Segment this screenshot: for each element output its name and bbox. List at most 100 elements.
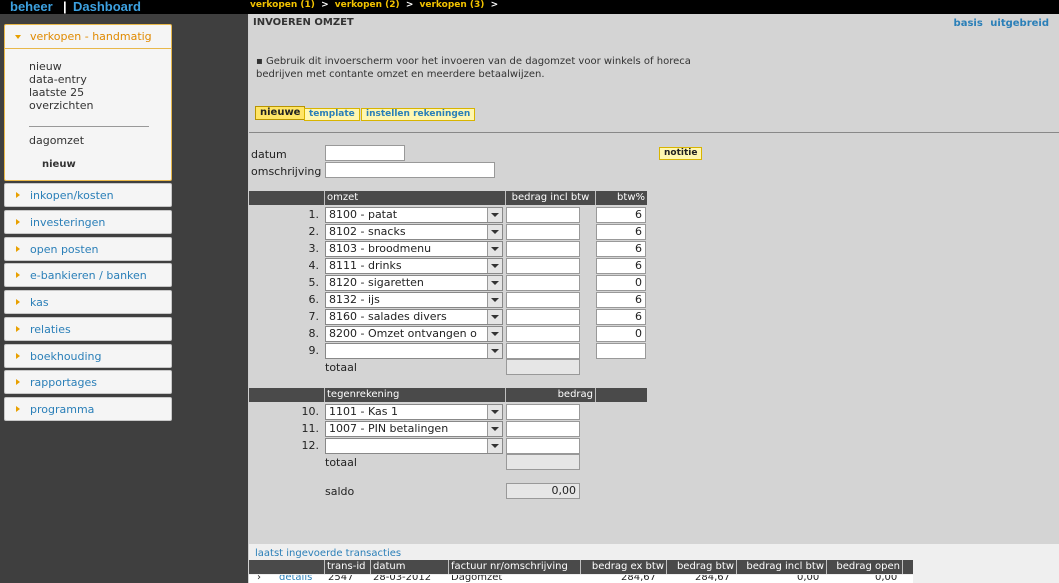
omzet-account-select[interactable] [325,343,503,359]
omzet-amount-input[interactable] [506,326,580,342]
header-cell [249,560,325,574]
breadcrumb-item-2[interactable]: verkopen (2) [335,0,400,10]
tegen-account-select[interactable]: 1101 - Kas 1 [325,404,503,420]
cell-description: Dagomzet [451,575,503,583]
sidebar-section-inkopen[interactable]: inkopen/kosten [4,183,172,207]
chevron-down-icon[interactable] [487,208,502,222]
chevron-down-icon[interactable] [487,293,502,307]
sidebar-section-open-posten[interactable]: open posten [4,237,172,261]
omzet-amount-input[interactable] [506,275,580,291]
omzet-amount-input[interactable] [506,207,580,223]
breadcrumb-separator: > [490,0,499,10]
select-value: 1101 - Kas 1 [329,405,398,418]
breadcrumb-item-1[interactable]: verkopen (1) [250,0,315,10]
omzet-amount-input[interactable] [506,292,580,308]
chevron-right-icon [16,192,20,198]
sidebar-item-data-entry[interactable]: data-entry [29,73,87,86]
omzet-account-select[interactable]: 8132 - ijs [325,292,503,308]
omzet-vat-input[interactable]: 6 [596,241,646,257]
omzet-amount-input[interactable] [506,224,580,240]
sidebar: verkopen - handmatig nieuw data-entry la… [0,14,248,583]
template-button[interactable]: template [304,108,360,121]
omzet-account-select[interactable]: 8100 - patat [325,207,503,223]
tegen-account-select[interactable] [325,438,503,454]
sidebar-item-laatste-25[interactable]: laatste 25 [29,86,84,99]
tegen-account-select[interactable]: 1007 - PIN betalingen [325,421,503,437]
chevron-down-icon[interactable] [487,310,502,324]
sidebar-section-programma[interactable]: programma [4,397,172,421]
chevron-down-icon[interactable] [487,276,502,290]
omzet-account-select[interactable]: 8111 - drinks [325,258,503,274]
tegen-amount-input[interactable] [506,421,580,437]
sidebar-section-e-bankieren[interactable]: e-bankieren / banken [4,263,172,287]
row-number: 7. [308,310,320,323]
chevron-down-icon[interactable] [487,327,502,341]
omzet-amount-input[interactable] [506,309,580,325]
sidebar-section-label: inkopen/kosten [30,189,114,202]
omzet-vat-input[interactable]: 0 [596,275,646,291]
omzet-account-select[interactable]: 8102 - snacks [325,224,503,240]
sidebar-section-relaties[interactable]: relaties [4,317,172,341]
breadcrumb: verkopen (1) > verkopen (2) > verkopen (… [250,0,501,14]
date-input[interactable] [325,145,405,161]
omzet-account-select[interactable]: 8103 - broodmenu [325,241,503,257]
brand-beheer-link[interactable]: beheer [10,0,53,14]
accounts-button[interactable]: instellen rekeningen [361,108,476,121]
omzet-vat-input[interactable]: 0 [596,326,646,342]
chevron-down-icon[interactable] [487,259,502,273]
brand-dashboard-link[interactable]: Dashboard [73,0,141,14]
header-btw: bedrag btw [667,560,737,574]
tegen-amount-input[interactable] [506,404,580,420]
new-button[interactable]: nieuwe [255,106,306,120]
sidebar-section-kas[interactable]: kas [4,290,172,314]
sidebar-section-investeringen[interactable]: investeringen [4,210,172,234]
select-value: 8132 - ijs [329,293,380,306]
chevron-down-icon[interactable] [487,225,502,239]
row-number: 11. [301,422,320,435]
omzet-account-select[interactable]: 8160 - salades divers [325,309,503,325]
omzet-vat-input[interactable] [596,343,646,359]
omzet-amount-input[interactable] [506,258,580,274]
omzet-vat-input[interactable]: 6 [596,207,646,223]
row-number: 3. [308,242,320,255]
recent-transactions: laatst ingevoerde transacties trans-id d… [249,544,1059,583]
sidebar-item-dagomzet-nieuw[interactable]: nieuw [42,159,76,170]
sidebar-item-overzichten[interactable]: overzichten [29,99,93,112]
omzet-vat-input[interactable]: 6 [596,309,646,325]
chevron-down-icon[interactable] [487,242,502,256]
omzet-total-value [506,359,580,375]
breadcrumb-item-3[interactable]: verkopen (3) [420,0,485,10]
sidebar-section-label: boekhouding [30,350,102,363]
omzet-vat-input[interactable]: 6 [596,258,646,274]
sidebar-item-nieuw[interactable]: nieuw [29,60,62,73]
sidebar-section-header[interactable]: verkopen - handmatig [5,25,171,49]
note-button[interactable]: notitie [659,147,703,160]
sidebar-item-dagomzet[interactable]: dagomzet [29,134,84,147]
sidebar-section-rapportages[interactable]: rapportages [4,370,172,394]
omzet-account-select[interactable]: 8200 - Omzet ontvangen o [325,326,503,342]
table-row[interactable]: › details 2547 28-03-2012 Dagomzet 284,6… [249,575,913,583]
omzet-account-select[interactable]: 8120 - sigaretten [325,275,503,291]
details-link[interactable]: details [279,575,312,583]
chevron-down-icon[interactable] [487,422,502,436]
select-value: 8102 - snacks [329,225,406,238]
select-value: 8200 - Omzet ontvangen o [329,327,477,340]
basis-link[interactable]: basis [954,18,983,29]
sidebar-section-label: investeringen [30,216,106,229]
sidebar-section-label: e-bankieren / banken [30,269,147,282]
chevron-down-icon[interactable] [487,344,502,358]
chevron-down-icon[interactable] [487,439,502,453]
tegen-amount-input[interactable] [506,438,580,454]
intro-text: ▪ Gebruik dit invoerscherm voor het invo… [256,56,691,80]
omzet-amount-input[interactable] [506,343,580,359]
cell-open: 0,00 [875,575,898,583]
cell-datum: 28-03-2012 [373,575,432,583]
chevron-down-icon[interactable] [487,405,502,419]
omzet-vat-input[interactable]: 6 [596,224,646,240]
omzet-vat-input[interactable]: 6 [596,292,646,308]
description-input[interactable] [325,162,495,178]
uitgebreid-link[interactable]: uitgebreid [990,18,1049,29]
sidebar-section-boekhouding[interactable]: boekhouding [4,344,172,368]
omzet-amount-input[interactable] [506,241,580,257]
tegen-total-label: totaal [325,456,357,469]
